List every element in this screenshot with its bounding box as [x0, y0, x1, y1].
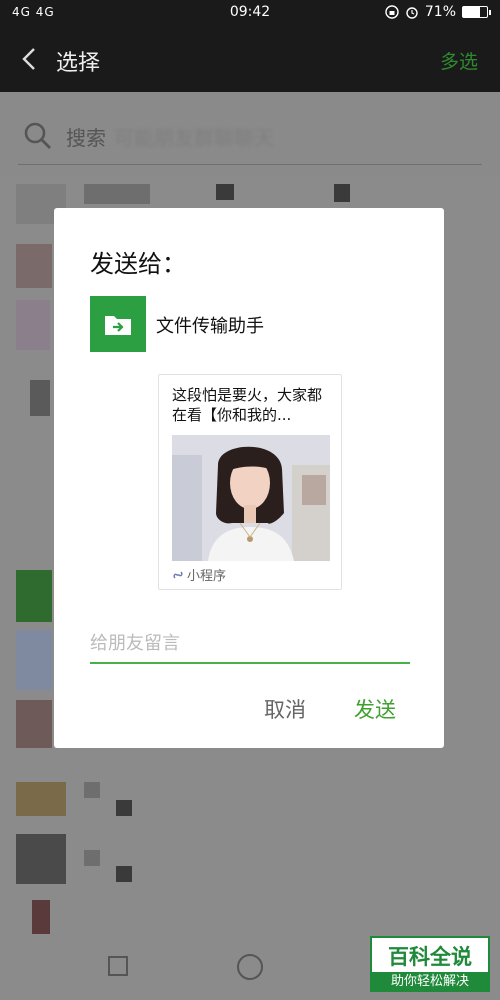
mini-program-card[interactable]: 这段怕是要火，大家都在看【你和我的... 小程序: [158, 374, 342, 590]
card-thumbnail: [172, 435, 330, 561]
recipient-avatar: [90, 296, 146, 352]
title-bar: 选择 多选: [0, 26, 500, 92]
dialog-title: 发送给：: [90, 250, 186, 278]
list-item[interactable]: [0, 830, 500, 896]
watermark-bottom-text: 助你轻松解决: [372, 972, 488, 992]
battery-fill: [463, 7, 481, 17]
watermark-logo: 百科全说 助你轻松解决: [370, 936, 490, 992]
miniprogram-icon: [173, 571, 183, 578]
card-footer: 小程序: [172, 565, 226, 584]
status-icons: 71%: [385, 4, 491, 20]
search-bar[interactable]: 搜索 可能朋友群聊聊天: [0, 92, 500, 176]
watermark-top-text: 百科全说: [388, 945, 472, 969]
back-icon[interactable]: [18, 46, 40, 72]
blurred-search-text: 可能朋友群聊聊天: [114, 126, 274, 150]
alarm-icon: [406, 7, 418, 19]
recipient-name: 文件传输助手: [156, 316, 264, 337]
lock-rotation-icon: [385, 5, 399, 19]
page-title: 选择: [56, 51, 101, 76]
home-button[interactable]: [237, 954, 263, 980]
recent-apps-button[interactable]: [108, 956, 128, 976]
search-placeholder: 搜索: [66, 126, 106, 150]
woman-portrait-image: [172, 435, 330, 561]
multi-select-button[interactable]: 多选: [440, 47, 478, 74]
status-bar: 4G 4G 09:42 71%: [0, 0, 500, 26]
search-icon: [24, 122, 51, 149]
card-title: 这段怕是要火，大家都在看【你和我的...: [172, 386, 323, 424]
search-input[interactable]: 搜索 可能朋友群聊聊天: [66, 122, 274, 151]
search-underline: [18, 164, 482, 165]
card-footer-label: 小程序: [187, 569, 227, 584]
message-input[interactable]: [90, 624, 410, 664]
send-button[interactable]: 发送: [354, 694, 396, 724]
cancel-button[interactable]: 取消: [264, 694, 306, 724]
send-dialog: 发送给： 文件传输助手 这段怕是要火，大家都在看【你和我的... 小程序 给朋友…: [54, 208, 444, 748]
folder-icon: [105, 316, 131, 335]
battery-percent: 71%: [424, 4, 456, 20]
battery-icon: [462, 6, 491, 18]
